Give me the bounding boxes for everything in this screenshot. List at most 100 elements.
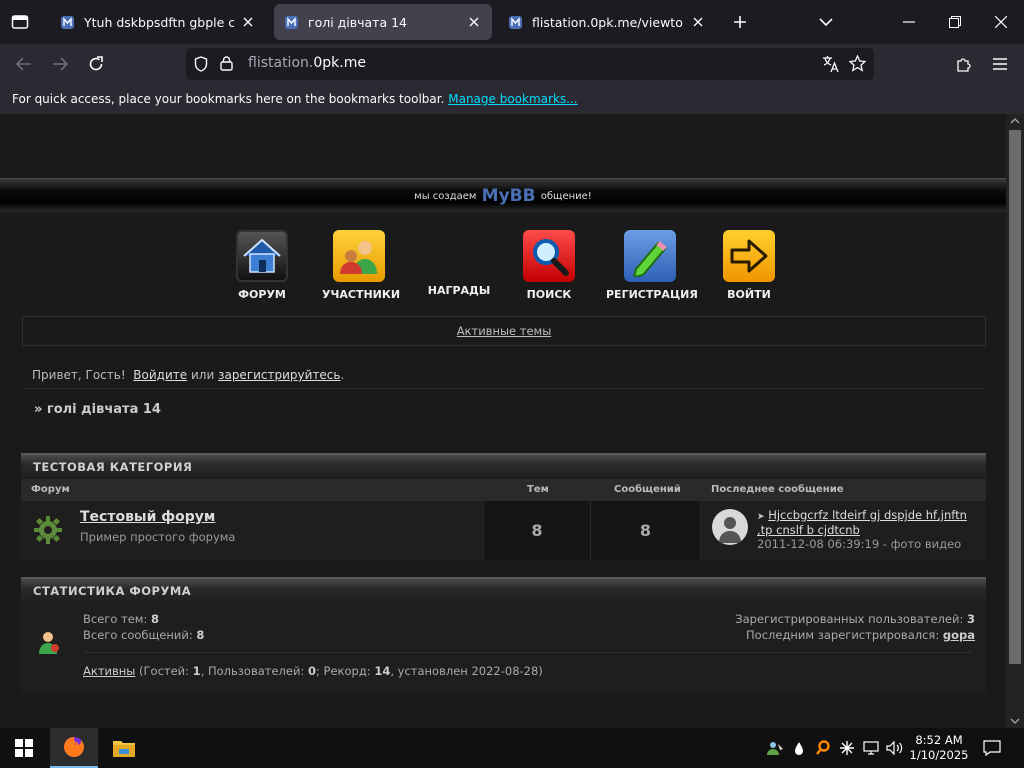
tab-title: Ytuh dskbpsdftn gbple cdjtq nj: [84, 14, 234, 30]
tab-title: flistation.0pk.me/viewtopic.php: [532, 14, 684, 30]
menu-users[interactable]: УЧАСТНИКИ: [322, 230, 401, 301]
forward-button[interactable]: [46, 50, 74, 78]
tagline-pre: мы создаем: [414, 191, 477, 202]
active-topics-link[interactable]: Активные темы: [457, 324, 552, 338]
stats-header: СТАТИСТИКА ФОРУМА: [21, 577, 986, 603]
forum-topics-count: 8: [483, 501, 591, 561]
register-link[interactable]: зарегистрируйтесь: [218, 368, 340, 382]
online-text-b: , Пользователей:: [200, 664, 305, 678]
stat-online: Активны (Гостей: 1, Пользователей: 0; Ре…: [83, 664, 543, 678]
last-post-link[interactable]: Hjccbgcrfz ltdeirf gj dspjde hf,jnftn ,t…: [757, 508, 967, 537]
welcome-message: Привет, Гость! Войдите или зарегистрируй…: [32, 368, 344, 382]
menu-label: УЧАСТНИКИ: [322, 288, 401, 301]
online-guests: 1: [192, 664, 201, 678]
volume-icon[interactable]: [884, 728, 906, 768]
scroll-up-icon[interactable]: [1010, 118, 1020, 124]
menu-search[interactable]: ПОИСК: [519, 230, 579, 301]
divider: [22, 388, 986, 389]
online-users-link[interactable]: Активны: [83, 664, 135, 678]
lock-icon[interactable]: [220, 56, 233, 75]
puzzle-icon: [957, 58, 971, 72]
reload-button[interactable]: [82, 50, 110, 78]
firefox-view-button[interactable]: [6, 8, 34, 36]
start-button[interactable]: [0, 728, 48, 768]
category-header: ТЕСТОВАЯ КАТЕГОРИЯ: [21, 453, 986, 479]
breadcrumb[interactable]: » голі дівчата 14: [34, 402, 161, 417]
tray-search-app-icon[interactable]: [812, 728, 834, 768]
menu-forum[interactable]: ФОРУМ: [226, 230, 298, 301]
tray-people-icon[interactable]: [764, 728, 786, 768]
stat-label: Зарегистрированных пользователей:: [735, 612, 964, 626]
col-forum: Форум: [31, 484, 70, 495]
online-text-c: ; Рекорд:: [316, 664, 371, 678]
tray-snowflake-icon[interactable]: [836, 728, 858, 768]
stats-box: Всего тем: 8 Всего сообщений: 8 Зарегист…: [21, 602, 986, 694]
online-text-d: , установлен 2022-08-28): [390, 664, 543, 678]
close-tab-icon[interactable]: [240, 14, 256, 30]
mybb-logo[interactable]: MyBB: [482, 186, 536, 206]
network-icon[interactable]: [860, 728, 882, 768]
users-icon: [333, 230, 385, 282]
stat-registered-users: Зарегистрированных пользователей: 3: [735, 612, 975, 626]
arrow-right-icon: [53, 57, 68, 71]
close-tab-icon[interactable]: [466, 14, 482, 30]
page-scrollbar[interactable]: [1006, 114, 1024, 728]
bookmarks-hint-text: For quick access, place your bookmarks h…: [12, 92, 445, 106]
close-tab-icon[interactable]: [690, 14, 706, 30]
back-button[interactable]: [10, 50, 38, 78]
clock-time: 8:52 AM: [915, 733, 963, 747]
chevron-down-icon: [819, 18, 833, 27]
extensions-button[interactable]: [950, 50, 978, 78]
tab-3[interactable]: flistation.0pk.me/viewtopic.php: [498, 4, 716, 40]
menu-register[interactable]: РЕГИСТРАЦИЯ: [606, 230, 698, 301]
last-post-meta: 2011-12-08 06:39:19 - фото видео: [757, 537, 962, 551]
search-icon: [523, 230, 575, 282]
stat-label: Последним зарегистрировался:: [746, 628, 940, 642]
stat-value: 8: [196, 628, 205, 642]
col-topics: Тем: [527, 484, 549, 495]
last-registered-user-link[interactable]: gopa: [943, 628, 975, 642]
notifications-button[interactable]: [978, 728, 1006, 768]
list-all-tabs-button[interactable]: [814, 10, 838, 34]
last-post: ➤ Hjccbgcrfz ltdeirf gj dspjde hf,jnftn …: [757, 509, 979, 537]
tagline-post: общение!: [540, 191, 592, 202]
address-bar[interactable]: flistation.0pk.me: [186, 48, 874, 80]
menu-login[interactable]: ВОЙТИ: [718, 230, 780, 301]
scrollbar-thumb[interactable]: [1009, 130, 1021, 664]
taskbar-firefox[interactable]: [50, 728, 98, 768]
bookmark-star-icon[interactable]: [848, 54, 867, 76]
new-tab-button[interactable]: [728, 10, 752, 34]
url-host-main: 0pk.me: [313, 55, 366, 71]
login-link[interactable]: Войдите: [133, 368, 187, 382]
forum-table-header: Форум Тем Сообщений Последнее сообщение: [21, 479, 986, 501]
taskbar-file-explorer[interactable]: [100, 728, 148, 768]
close-window-button[interactable]: [978, 0, 1024, 44]
url-text[interactable]: flistation.0pk.me: [248, 55, 366, 71]
translate-icon[interactable]: [822, 55, 840, 77]
menu-awards[interactable]: НАГРАДЫ: [426, 284, 492, 297]
forum-name-link[interactable]: Тестовый форум: [80, 509, 215, 525]
avatar[interactable]: [712, 509, 748, 545]
menu-label: ВОЙТИ: [727, 288, 771, 301]
tracking-protection-shield-icon[interactable]: [194, 56, 208, 76]
home-icon: [236, 230, 288, 282]
minimize-button[interactable]: [886, 0, 932, 44]
scroll-down-icon[interactable]: [1010, 718, 1020, 724]
tab-2-active[interactable]: голі дівчата 14: [274, 4, 492, 40]
menu-label: ФОРУМ: [238, 288, 286, 301]
stat-total-posts: Всего сообщений: 8: [83, 628, 204, 642]
manage-bookmarks-link[interactable]: Manage bookmarks...: [448, 92, 577, 106]
divider: [83, 652, 973, 653]
menu-label: ПОИСК: [526, 288, 572, 301]
tray-drop-icon[interactable]: [788, 728, 810, 768]
restore-button[interactable]: [932, 0, 978, 44]
app-menu-button[interactable]: [986, 50, 1014, 78]
tab-1[interactable]: Ytuh dskbpsdftn gbple cdjtq nj: [50, 4, 266, 40]
clock[interactable]: 8:52 AM 1/10/2025: [906, 728, 972, 768]
restore-icon: [949, 16, 961, 28]
forum-status-gear-icon: [33, 515, 63, 549]
col-posts: Сообщений: [614, 484, 681, 495]
windows-logo-icon: [15, 739, 33, 757]
notification-icon: [983, 740, 1001, 756]
hamburger-menu-icon: [993, 58, 1007, 70]
